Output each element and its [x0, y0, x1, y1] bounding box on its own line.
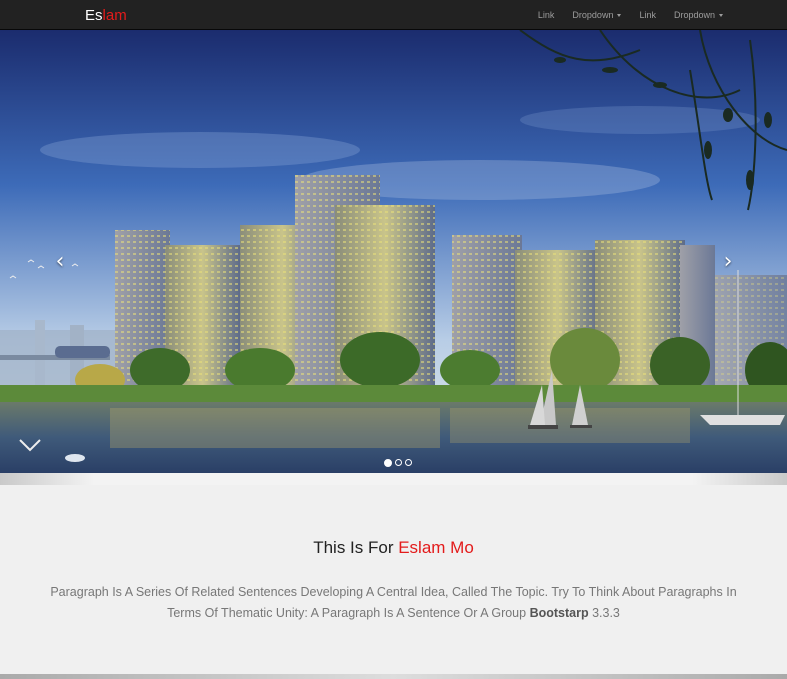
nav-link-2[interactable]: Link [630, 10, 665, 20]
caret-down-icon [617, 13, 622, 17]
intro-paragraph-bold: Bootstarp [529, 606, 589, 620]
chevron-right-icon: › [723, 249, 733, 274]
carousel-indicator-3[interactable] [405, 459, 412, 466]
chevron-left-icon: ‹ [55, 249, 65, 274]
intro-section: This Is For Eslam Mo Paragraph Is A Seri… [0, 485, 787, 674]
footer-edge [0, 674, 787, 679]
carousel-slide-image [0, 30, 787, 473]
nav-dropdown-1-label: Dropdown [572, 10, 614, 20]
brand-text-primary: Es [85, 7, 103, 24]
brand-logo[interactable]: Eslam [85, 7, 127, 24]
brand-text-accent: lam [102, 7, 127, 24]
image-carousel: ‹ › [0, 30, 787, 473]
nav-link-1[interactable]: Link [529, 10, 564, 20]
section-divider [0, 473, 787, 485]
intro-paragraph-text: Paragraph Is A Series Of Related Sentenc… [50, 585, 737, 620]
carousel-indicator-1[interactable] [384, 458, 392, 467]
intro-title: This Is For Eslam Mo [0, 538, 787, 558]
caret-down-icon [719, 13, 723, 17]
nav-dropdown-2-label: Dropdown [673, 10, 715, 20]
nav-link-2-label: Link [639, 10, 656, 20]
intro-paragraph-version: 3.3.3 [588, 606, 620, 620]
intro-paragraph: Paragraph Is A Series Of Related Sentenc… [50, 582, 737, 624]
navbar: Eslam Link Dropdown Link Dropdown [0, 0, 787, 30]
intro-title-name: Eslam Mo [398, 538, 474, 557]
nav-link-1-label: Link [537, 10, 555, 20]
carousel-prev-button[interactable]: ‹ [50, 249, 70, 274]
nav-dropdown-1[interactable]: Dropdown [563, 10, 630, 20]
carousel-next-button[interactable]: › [718, 249, 738, 274]
nav-menu: Link Dropdown Link Dropdown [529, 0, 732, 30]
intro-title-prefix: This Is For [313, 538, 399, 557]
nav-dropdown-2[interactable]: Dropdown [665, 10, 732, 20]
carousel-indicator-2[interactable] [395, 459, 402, 466]
carousel-indicators [384, 458, 412, 467]
